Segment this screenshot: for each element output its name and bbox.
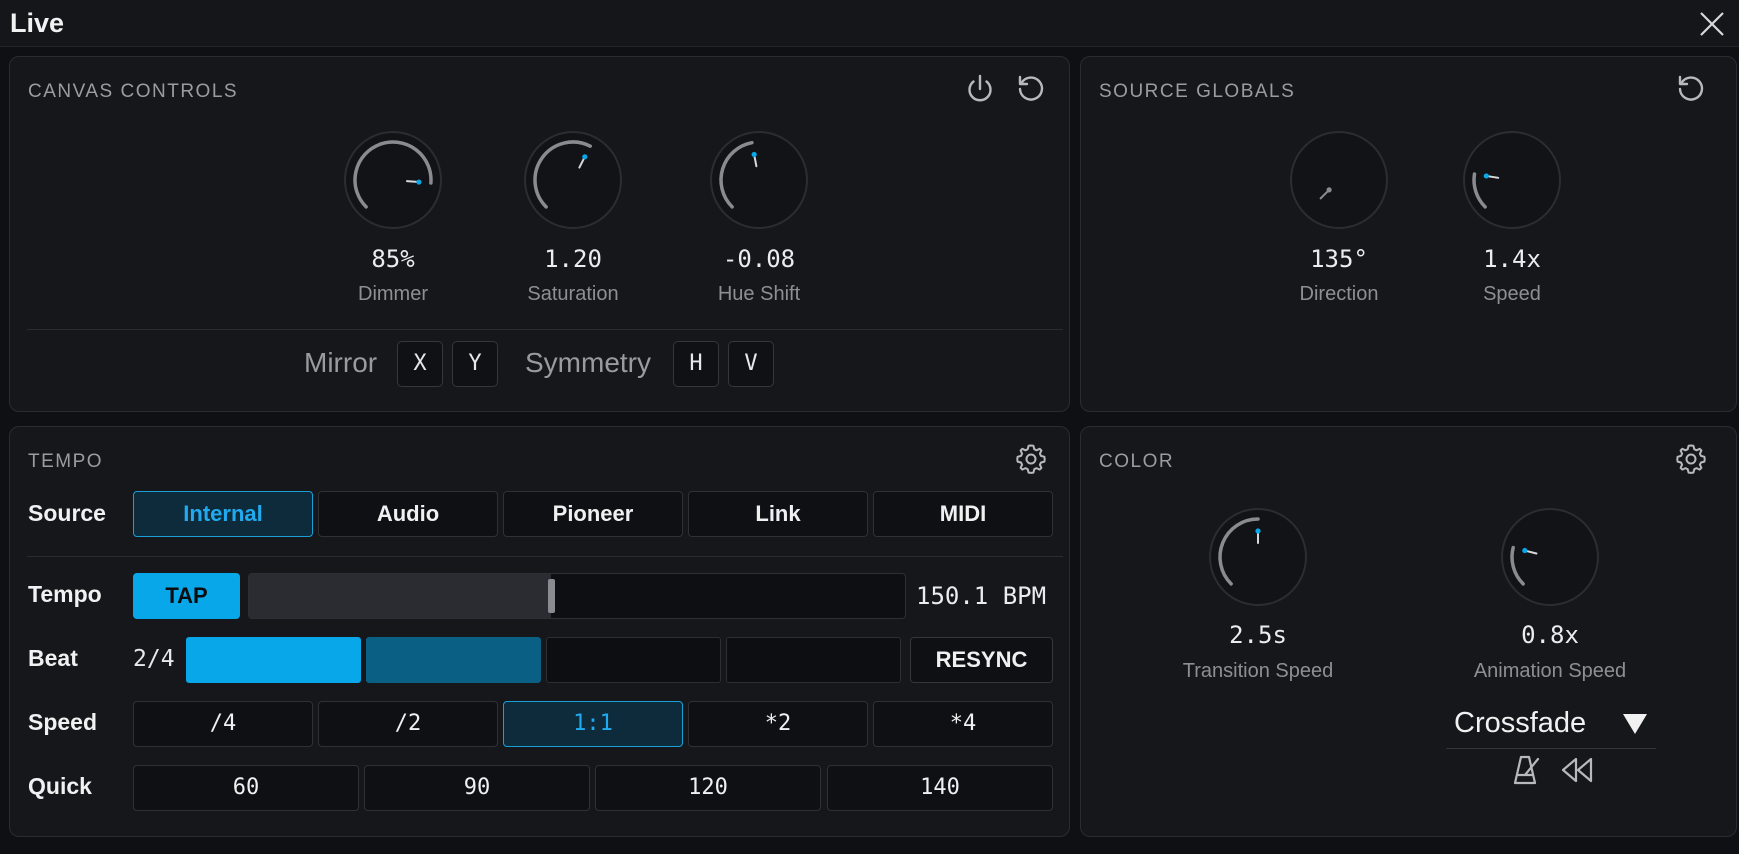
source-midi-button[interactable]: MIDI bbox=[873, 491, 1053, 537]
speed-quadruple-button[interactable]: *4 bbox=[873, 701, 1053, 747]
symmetry-h-button[interactable]: H bbox=[673, 341, 719, 387]
direction-value: 135° bbox=[1310, 245, 1368, 273]
beat-indicator bbox=[546, 637, 721, 683]
panel-title: SOURCE GLOBALS bbox=[1099, 81, 1296, 102]
knob-body bbox=[344, 131, 442, 229]
quick-140-button[interactable]: 140 bbox=[827, 765, 1053, 811]
mirror-label: Mirror bbox=[304, 347, 378, 378]
knob-pointer-dot bbox=[1255, 528, 1261, 534]
knob-pointer-dot bbox=[1483, 173, 1489, 179]
panel-title: CANVAS CONTROLS bbox=[28, 81, 239, 102]
knob-pointer-dot bbox=[751, 151, 757, 158]
saturation-knob[interactable] bbox=[523, 130, 623, 230]
transition-mode-dropdown[interactable]: Crossfade bbox=[1446, 703, 1656, 749]
gear-icon[interactable] bbox=[1673, 441, 1709, 477]
speed-quarter-button[interactable]: /4 bbox=[133, 701, 313, 747]
hue-shift-label: Hue Shift bbox=[717, 283, 801, 305]
source-audio-button[interactable]: Audio bbox=[318, 491, 498, 537]
title-bar: Live bbox=[0, 0, 1739, 47]
transition-speed-knob[interactable] bbox=[1208, 507, 1308, 607]
quick-90-button[interactable]: 90 bbox=[364, 765, 590, 811]
tempo-slider-fill bbox=[249, 574, 551, 618]
reset-icon[interactable] bbox=[1673, 71, 1709, 107]
reset-icon[interactable] bbox=[1013, 71, 1049, 107]
speed-label: Speed bbox=[1483, 283, 1541, 305]
dimmer-label: Dimmer bbox=[358, 283, 428, 305]
speed-value: 1.4x bbox=[1483, 245, 1541, 273]
source-pioneer-button[interactable]: Pioneer bbox=[503, 491, 683, 537]
panel-title: TEMPO bbox=[28, 451, 104, 472]
direction-knob[interactable] bbox=[1289, 130, 1389, 230]
metronome-icon[interactable] bbox=[1509, 753, 1543, 787]
knob-body bbox=[1501, 508, 1599, 606]
knob-pointer-dot bbox=[1522, 547, 1528, 554]
source-globals-panel: SOURCE GLOBALS 135° Direction 1.4x Speed bbox=[1080, 56, 1737, 412]
rewind-icon[interactable] bbox=[1559, 753, 1595, 787]
beat-indicator bbox=[366, 637, 541, 683]
knob-body bbox=[1209, 508, 1307, 606]
tempo-label: Tempo bbox=[28, 581, 102, 607]
knob-pointer-dot bbox=[416, 179, 422, 185]
transition-speed-value: 2.5s bbox=[1229, 621, 1287, 649]
tempo-slider[interactable] bbox=[248, 573, 906, 619]
canvas-controls-panel: CANVAS CONTROLS 85% Dimmer 1.20 Saturati… bbox=[9, 56, 1070, 412]
hue-shift-knob[interactable] bbox=[709, 130, 809, 230]
beat-label: Beat bbox=[28, 645, 78, 671]
divider bbox=[27, 556, 1063, 557]
mirror-x-button[interactable]: X bbox=[397, 341, 443, 387]
beat-count: 2/4 bbox=[133, 646, 175, 672]
direction-label: Direction bbox=[1299, 283, 1379, 305]
quick-60-button[interactable]: 60 bbox=[133, 765, 359, 811]
panel-title: COLOR bbox=[1099, 451, 1175, 472]
dimmer-knob[interactable] bbox=[343, 130, 443, 230]
saturation-value: 1.20 bbox=[544, 245, 602, 273]
quick-label: Quick bbox=[28, 773, 92, 799]
knob-pointer-dot bbox=[1326, 187, 1332, 193]
window-title: Live bbox=[10, 8, 65, 38]
speed-label: Speed bbox=[28, 709, 98, 735]
hue-shift-value: -0.08 bbox=[722, 245, 796, 273]
gear-icon[interactable] bbox=[1013, 441, 1049, 477]
knob-body bbox=[1463, 131, 1561, 229]
mirror-y-button[interactable]: Y bbox=[452, 341, 498, 387]
bpm-readout: 150.1 BPM bbox=[916, 582, 1047, 610]
resync-button[interactable]: RESYNC bbox=[910, 637, 1053, 683]
knob-body bbox=[710, 131, 808, 229]
knob-body bbox=[524, 131, 622, 229]
speed-half-button[interactable]: /2 bbox=[318, 701, 498, 747]
quick-120-button[interactable]: 120 bbox=[595, 765, 821, 811]
tempo-panel: TEMPO Source Internal Audio Pioneer Link… bbox=[9, 426, 1070, 837]
saturation-label: Saturation bbox=[527, 283, 619, 305]
power-icon[interactable] bbox=[962, 71, 998, 107]
animation-speed-value: 0.8x bbox=[1521, 621, 1579, 649]
speed-double-button[interactable]: *2 bbox=[688, 701, 868, 747]
transition-speed-label: Transition Speed bbox=[1182, 660, 1334, 682]
knob-pointer-dot bbox=[582, 154, 588, 160]
source-link-button[interactable]: Link bbox=[688, 491, 868, 537]
color-panel: COLOR 2.5s Transition Speed 0.8x Animati… bbox=[1080, 426, 1737, 837]
divider bbox=[27, 329, 1063, 330]
tempo-slider-handle[interactable] bbox=[547, 579, 555, 613]
source-label: Source bbox=[28, 500, 106, 526]
animation-speed-label: Animation Speed bbox=[1473, 660, 1627, 682]
tap-button[interactable]: TAP bbox=[133, 573, 240, 619]
source-internal-button[interactable]: Internal bbox=[133, 491, 313, 537]
beat-indicator bbox=[186, 637, 361, 683]
dimmer-value: 85% bbox=[371, 245, 415, 273]
close-icon[interactable] bbox=[1698, 10, 1726, 38]
symmetry-v-button[interactable]: V bbox=[728, 341, 774, 387]
triangle-down-icon bbox=[1622, 713, 1648, 735]
beat-indicator bbox=[726, 637, 901, 683]
speed-knob[interactable] bbox=[1462, 130, 1562, 230]
transition-mode-value: Crossfade bbox=[1454, 707, 1587, 739]
speed-normal-button[interactable]: 1:1 bbox=[503, 701, 683, 747]
symmetry-label: Symmetry bbox=[525, 347, 651, 378]
animation-speed-knob[interactable] bbox=[1500, 507, 1600, 607]
knob-body bbox=[1290, 131, 1388, 229]
